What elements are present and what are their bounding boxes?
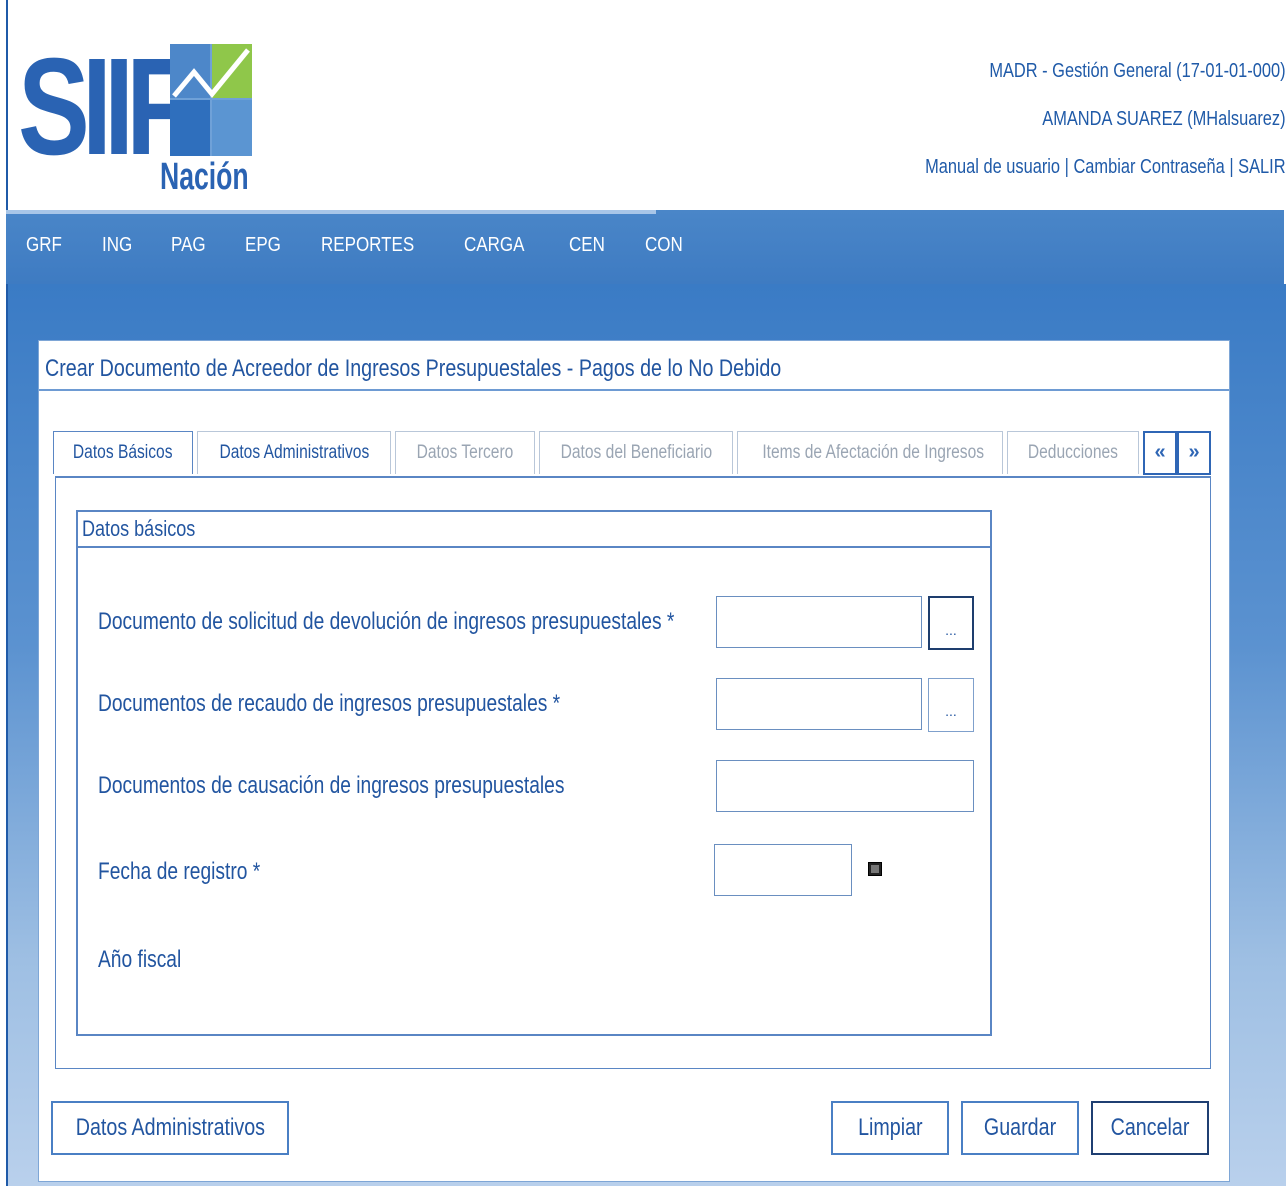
fieldset-legend: Datos básicos [82, 516, 196, 541]
tab-datos-tercero: Datos Tercero [395, 431, 535, 474]
fecha-input[interactable] [714, 844, 852, 896]
menu-item-epg[interactable]: EPG [245, 234, 281, 257]
solicitud-lookup-button[interactable]: ... [928, 596, 974, 650]
menu-stripe [6, 210, 656, 214]
solicitud-input[interactable] [716, 596, 922, 648]
limpiar-button[interactable]: Limpiar [831, 1101, 949, 1155]
menu-item-grf[interactable]: GRF [26, 234, 62, 257]
main-menu: GRF ING PAG EPG REPORTES CARGA CEN CON [6, 210, 1284, 284]
tab-datos-basicos[interactable]: Datos Básicos [53, 431, 193, 474]
tab-next-button[interactable]: » [1177, 431, 1211, 475]
tab-items-afectacion: Items de Afectación de Ingresos [737, 431, 1003, 474]
fecha-label: Fecha de registro * [98, 858, 261, 885]
datos-administrativos-button[interactable]: Datos Administrativos [51, 1101, 289, 1155]
page-title: Crear Documento de Acreedor de Ingresos … [45, 355, 782, 382]
solicitud-label: Documento de solicitud de devolución de … [98, 608, 675, 635]
tab-deducciones: Deducciones [1007, 431, 1139, 474]
tab-content: Datos básicos Documento de solicitud de … [55, 476, 1211, 1069]
content-area: Crear Documento de Acreedor de Ingresos … [6, 284, 1286, 1186]
siif-logo: SIIF Nación [18, 32, 258, 198]
tab-datos-beneficiario: Datos del Beneficiario [539, 431, 733, 474]
menu-item-carga[interactable]: CARGA [464, 234, 524, 257]
recaudo-label: Documentos de recaudo de ingresos presup… [98, 690, 561, 717]
menu-item-cen[interactable]: CEN [569, 234, 605, 257]
legend-divider [78, 546, 990, 548]
tab-datos-administrativos[interactable]: Datos Administrativos [197, 431, 391, 474]
manual-link[interactable]: Manual de usuario [926, 156, 1061, 178]
guardar-button[interactable]: Guardar [961, 1101, 1079, 1155]
menu-item-reportes[interactable]: REPORTES [321, 234, 414, 257]
logo-subtext: Nación [160, 156, 249, 198]
logo-chart-icon [170, 44, 252, 156]
header: SIIF Nación MADR - Gestión General (17-0… [6, 0, 1286, 210]
form-panel: Crear Documento de Acreedor de Ingresos … [38, 340, 1230, 1182]
app-window: SIIF Nación MADR - Gestión General (17-0… [6, 0, 1286, 1186]
link-separator: | [1229, 156, 1235, 178]
user-info: MADR - Gestión General (17-01-01-000) AM… [846, 60, 1286, 204]
entity-label: MADR - Gestión General (17-01-01-000) [989, 60, 1286, 82]
causacion-input[interactable] [716, 760, 974, 812]
menu-item-con[interactable]: CON [645, 234, 683, 257]
user-label: AMANDA SUAREZ (MHalsuarez) [1042, 108, 1286, 130]
calendar-icon[interactable] [868, 862, 882, 876]
causacion-label: Documentos de causación de ingresos pres… [98, 772, 565, 799]
tab-prev-button[interactable]: « [1143, 431, 1177, 475]
header-links: Manual de usuario | Cambiar Contraseña |… [926, 156, 1286, 182]
recaudo-input[interactable] [716, 678, 922, 730]
recaudo-lookup-button[interactable]: ... [928, 678, 974, 732]
title-divider [39, 389, 1229, 391]
menu-item-pag[interactable]: PAG [171, 234, 206, 257]
link-separator: | [1065, 156, 1070, 178]
menu-item-ing[interactable]: ING [102, 234, 132, 257]
basic-data-fieldset: Datos básicos Documento de solicitud de … [76, 510, 992, 1036]
change-password-link[interactable]: Cambiar Contraseña [1074, 156, 1225, 178]
logout-link[interactable]: SALIR [1239, 156, 1286, 178]
anio-label: Año fiscal [98, 946, 182, 973]
cancelar-button[interactable]: Cancelar [1091, 1101, 1209, 1155]
